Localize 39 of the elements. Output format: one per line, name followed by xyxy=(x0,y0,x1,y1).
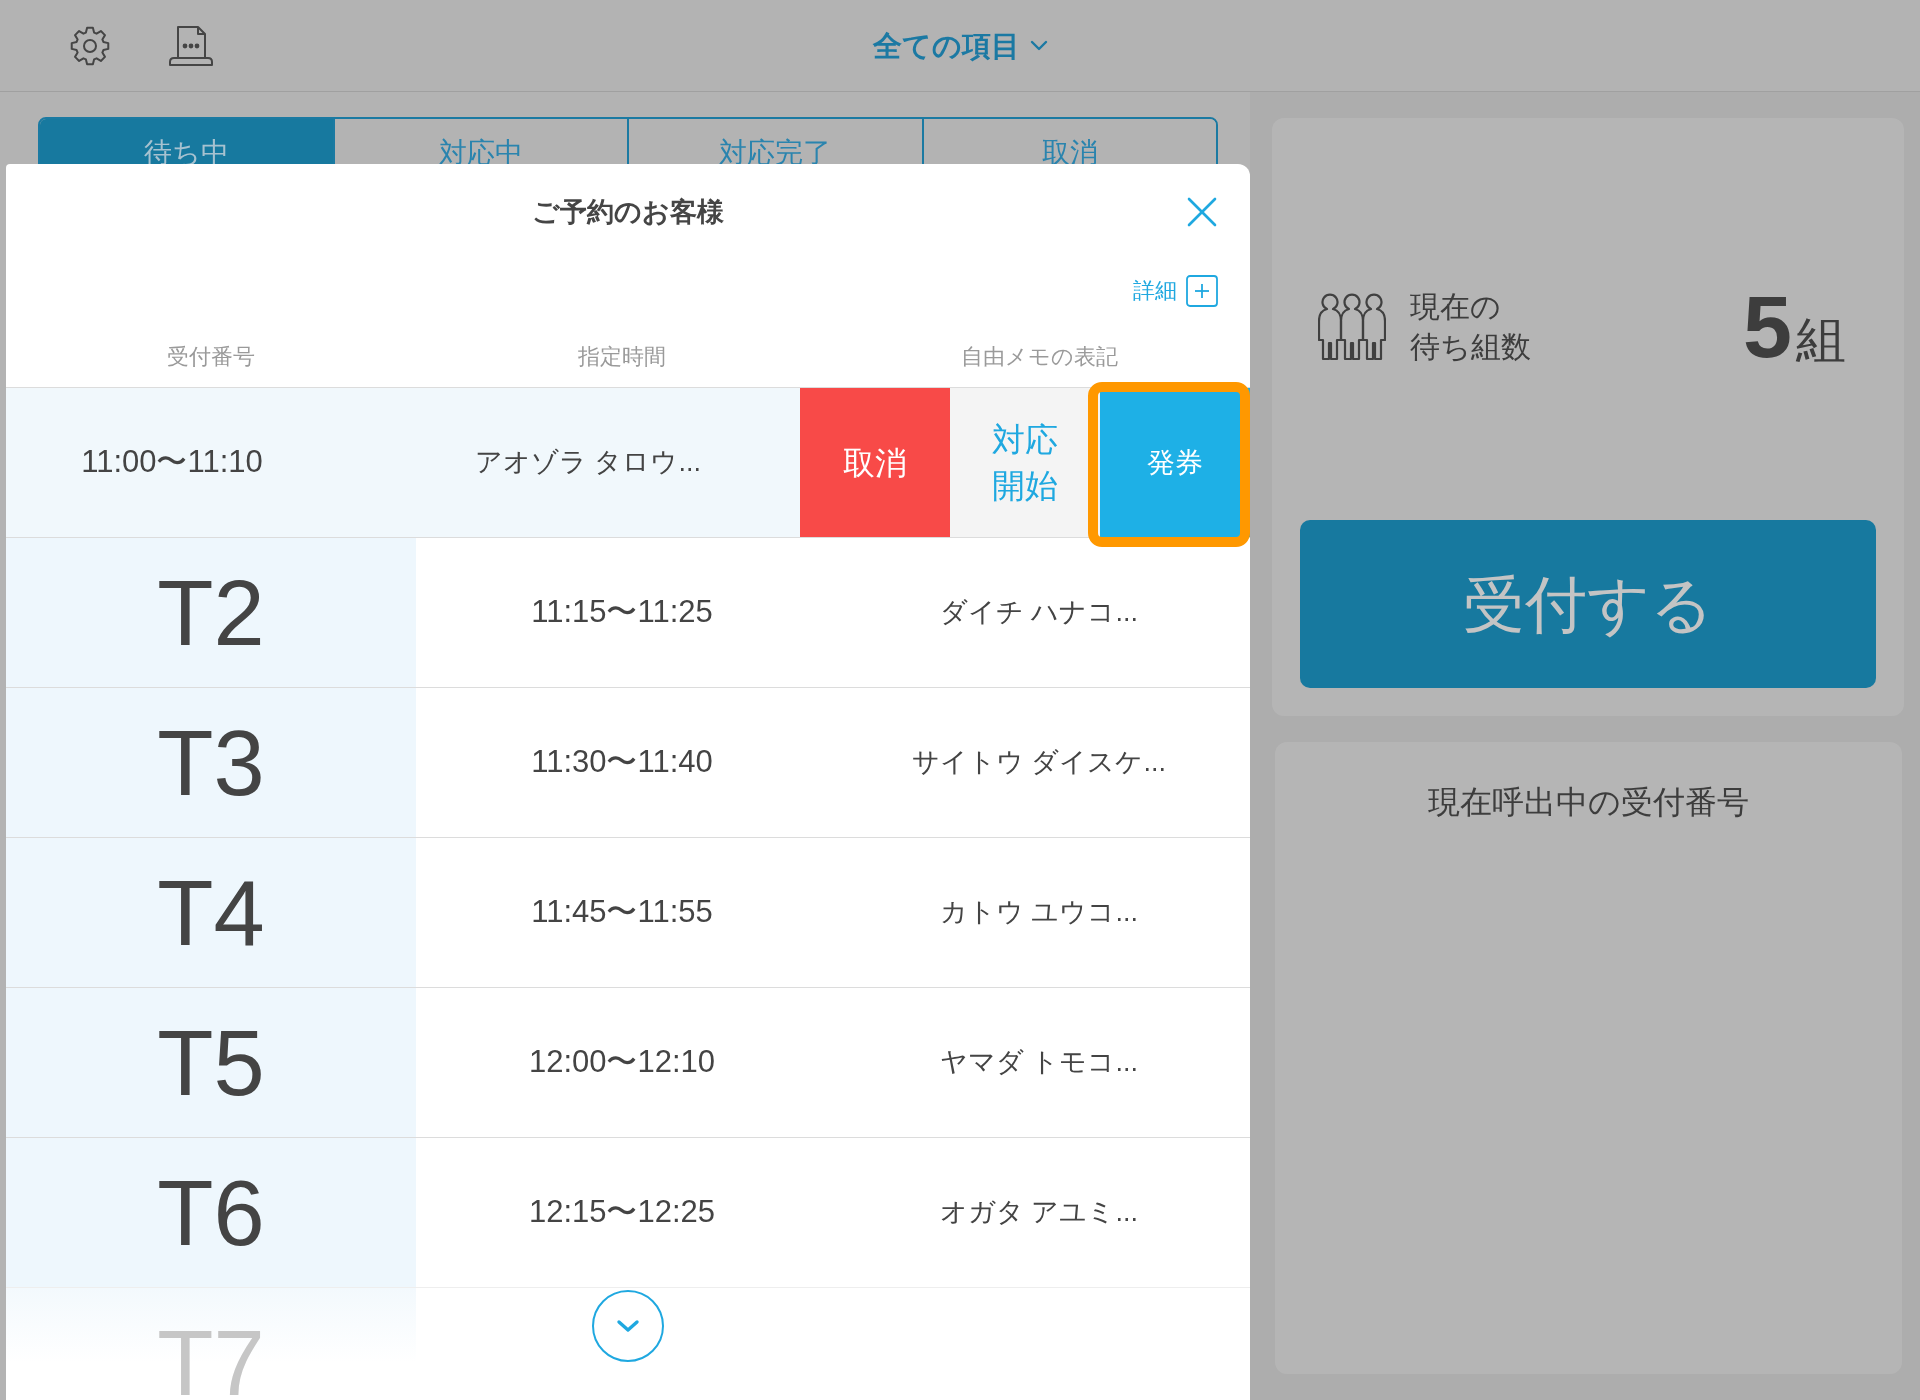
count-unit: 組 xyxy=(1796,315,1846,365)
time-text: 12:15〜12:25 xyxy=(528,1193,716,1232)
column-header: 自由メモの表記 xyxy=(960,343,1118,371)
waiting-label: 現在の xyxy=(1410,289,1502,325)
settings-icon[interactable] xyxy=(70,25,110,66)
cancel-button[interactable]: 取消 xyxy=(800,388,950,537)
filter-dropdown[interactable]: 全ての項目 xyxy=(872,27,1048,64)
memo-text: サイトウ ダイスケ... xyxy=(912,746,1166,780)
time-text: 11:30〜11:40 xyxy=(531,743,713,782)
chevron-down-icon xyxy=(1029,40,1048,51)
close-icon[interactable] xyxy=(1187,197,1217,227)
ticket-button[interactable]: 発券 xyxy=(1100,388,1250,537)
memo-text: ダイチ ハナコ... xyxy=(940,596,1138,630)
waiting-label: 待ち組数 xyxy=(1410,329,1531,365)
calling-title: 現在呼出中の受付番号 xyxy=(1428,783,1749,822)
column-header: 受付番号 xyxy=(167,343,255,371)
time-text: 12:00〜12:10 xyxy=(528,1043,716,1082)
column-header: 指定時間 xyxy=(578,343,666,371)
detail-button[interactable]: 詳細 xyxy=(1133,275,1218,307)
time-text: 11:15〜11:25 xyxy=(531,593,713,632)
memo-text: カトウ ユウコ... xyxy=(940,896,1138,930)
memo-text: アオゾラ タロウ... xyxy=(475,446,701,480)
time-text: 11:45〜11:55 xyxy=(531,893,713,932)
waiting-count: 5 xyxy=(1743,283,1792,371)
ticket-number: T4 xyxy=(157,866,265,959)
chevron-down-icon xyxy=(616,1319,640,1333)
ticket-number: T2 xyxy=(157,566,265,659)
ticket-number: T6 xyxy=(157,1166,265,1259)
start-button[interactable]: 対応開始 xyxy=(950,388,1100,537)
reception-button[interactable]: 受付する xyxy=(1300,520,1876,688)
plus-icon xyxy=(1186,275,1218,307)
memo-text: ヤマダ トモコ... xyxy=(940,1046,1138,1080)
people-icon xyxy=(1318,293,1386,361)
ticket-number: T3 xyxy=(157,716,265,809)
time-text: 11:00〜11:10 xyxy=(81,443,263,482)
modal-title: ご予約のお客様 xyxy=(532,196,724,229)
document-icon[interactable] xyxy=(168,24,214,67)
ticket-number: T5 xyxy=(157,1016,265,1109)
memo-text: オガタ アユミ... xyxy=(940,1196,1138,1230)
